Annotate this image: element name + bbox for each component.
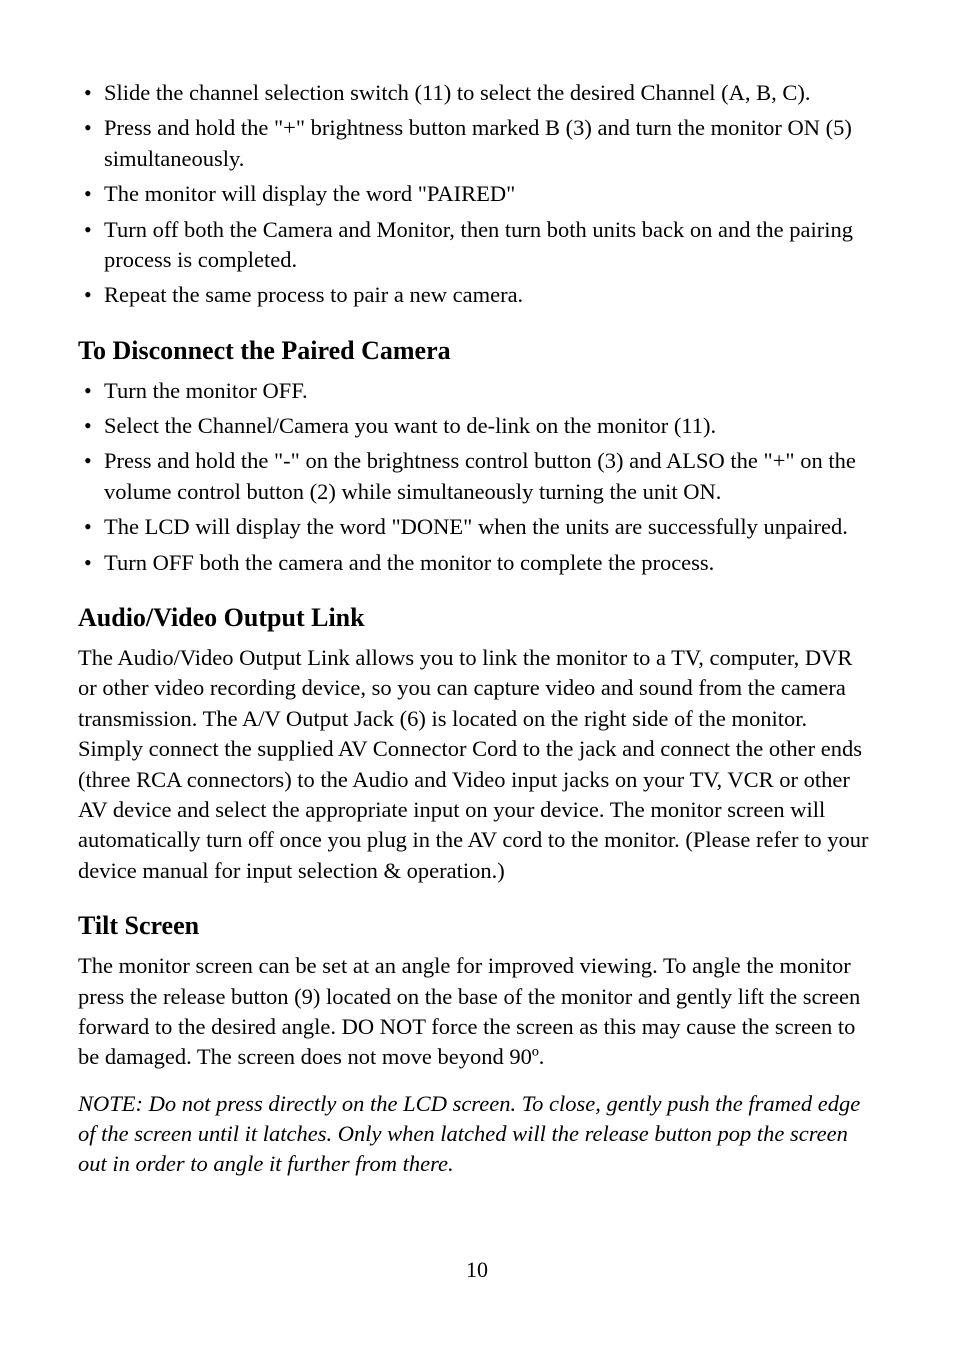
list-item: Turn OFF both the camera and the monitor…: [78, 548, 876, 578]
list-item: Repeat the same process to pair a new ca…: [78, 280, 876, 310]
heading-disconnect-paired-camera: To Disconnect the Paired Camera: [78, 333, 876, 368]
list-item: Press and hold the "+" brightness button…: [78, 113, 876, 174]
list-item: The monitor will display the word "PAIRE…: [78, 179, 876, 209]
heading-tilt-screen: Tilt Screen: [78, 908, 876, 943]
note-tilt-screen: NOTE: Do not press directly on the LCD s…: [78, 1089, 876, 1180]
list-item: Press and hold the "-" on the brightness…: [78, 446, 876, 507]
heading-audio-video-output-link: Audio/Video Output Link: [78, 600, 876, 635]
paragraph-tilt-screen: The monitor screen can be set at an angl…: [78, 951, 876, 1073]
page-number: 10: [0, 1257, 954, 1283]
disconnect-instruction-list: Turn the monitor OFF. Select the Channel…: [78, 376, 876, 578]
list-item: Turn the monitor OFF.: [78, 376, 876, 406]
list-item: Select the Channel/Camera you want to de…: [78, 411, 876, 441]
list-item: The LCD will display the word "DONE" whe…: [78, 512, 876, 542]
page-content: Slide the channel selection switch (11) …: [78, 78, 876, 1180]
list-item: Turn off both the Camera and Monitor, th…: [78, 215, 876, 276]
top-instruction-list: Slide the channel selection switch (11) …: [78, 78, 876, 311]
paragraph-av-output: The Audio/Video Output Link allows you t…: [78, 643, 876, 886]
list-item: Slide the channel selection switch (11) …: [78, 78, 876, 108]
